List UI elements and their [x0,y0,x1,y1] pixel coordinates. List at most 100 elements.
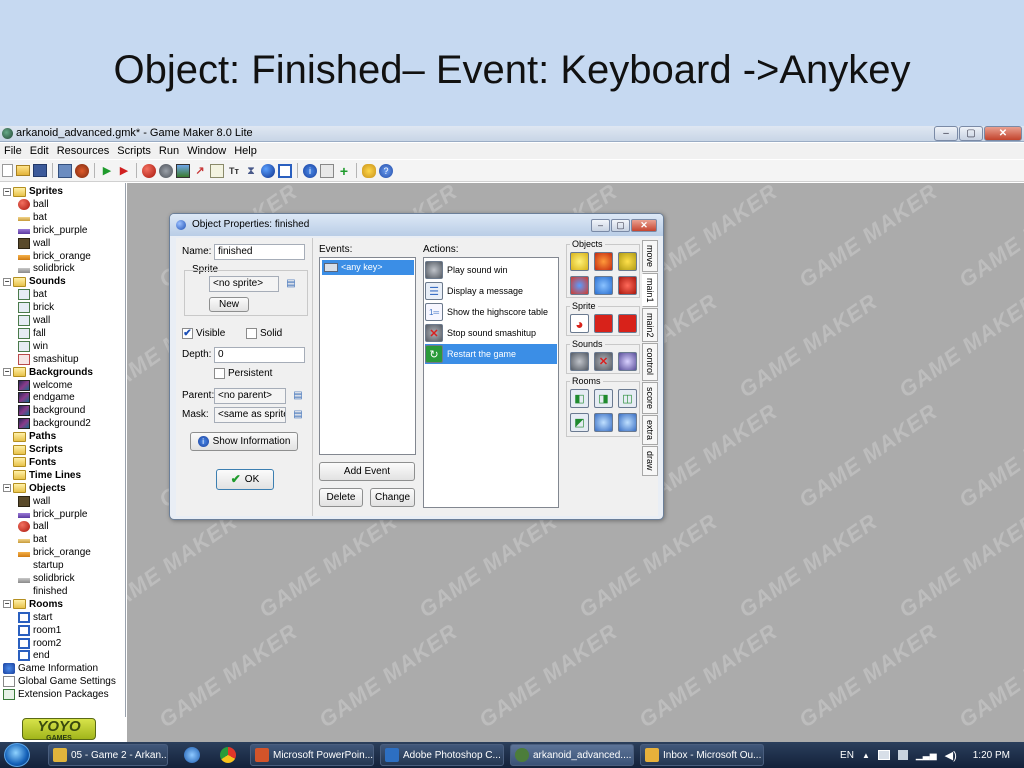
next-room-icon[interactable]: ◨ [594,389,613,408]
taskbar-button-outlook[interactable]: Inbox - Microsoft Ou... [640,744,764,766]
tree-folder[interactable]: − Backgrounds [3,366,93,379]
menu-scripts[interactable]: Scripts [113,145,155,157]
check-next-room-icon[interactable] [618,413,637,432]
dialog-titlebar[interactable]: Object Properties: finished – ▢ ✕ [170,214,663,236]
tree-item[interactable]: ball [18,520,49,533]
tab-extra[interactable]: extra [642,415,658,445]
publish-icon[interactable] [75,163,89,178]
sprite-menu-icon[interactable]: ▤ [285,278,297,290]
clock[interactable]: 1:20 PM [973,750,1010,761]
taskbar-button-game-maker[interactable]: arkanoid_advanced.... [510,744,634,766]
tree-item[interactable]: bat [18,533,47,546]
show-information-button[interactable]: i Show Information [190,432,298,451]
previous-room-icon[interactable]: ◧ [570,389,589,408]
delete-event-button[interactable]: Delete [319,488,363,507]
tree-item[interactable]: wall [18,314,50,327]
add-object-icon[interactable] [261,163,275,178]
tree-folder[interactable]: − Sprites [3,185,63,198]
tree-folder[interactable]: − Rooms [3,598,63,611]
action-play-sound[interactable]: Play sound win [425,260,557,280]
change-event-button[interactable]: Change [370,488,415,507]
add-path-icon[interactable]: ↗ [193,164,207,178]
tree-item[interactable]: room1 [18,624,61,637]
tree-item[interactable]: Extension Packages [3,688,109,701]
tree-item[interactable]: wall [18,237,50,250]
tab-main2[interactable]: main2 [642,308,658,342]
tree-item[interactable]: room2 [18,637,61,650]
game-information-icon[interactable]: i [303,163,317,178]
add-event-button[interactable]: Add Event [319,462,415,481]
close-button[interactable]: ✕ [984,126,1022,141]
action-show-highscore[interactable]: 1═ Show the highscore table [425,302,557,322]
mask-field[interactable]: <same as sprite> [214,407,286,423]
add-sound-icon[interactable] [159,163,173,178]
save-icon[interactable] [33,164,47,177]
menu-edit[interactable]: Edit [26,145,53,157]
internet-explorer-icon[interactable] [184,747,200,763]
help-icon[interactable]: ? [379,163,393,178]
menu-window[interactable]: Window [183,145,230,157]
taskbar-button-photoshop[interactable]: Adobe Photoshop C... [380,744,504,766]
tree-item[interactable]: background [18,404,85,417]
tree-item[interactable]: brick [18,301,54,314]
tree-item[interactable]: welcome [18,379,72,392]
tree-item[interactable]: brick_orange [18,250,91,263]
tab-move[interactable]: move [642,240,658,272]
run-icon[interactable]: ▶ [100,164,114,178]
sprite-field[interactable]: <no sprite> [209,276,279,292]
add-font-icon[interactable]: Tт [227,164,241,178]
event-any-key[interactable]: <any key> [322,260,414,275]
menu-resources[interactable]: Resources [53,145,114,157]
tree-folder[interactable]: − Objects [3,482,66,495]
depth-field[interactable]: 0 [214,347,305,363]
dialog-maximize-button[interactable]: ▢ [611,219,630,232]
network-tray-icon[interactable] [877,750,890,760]
language-indicator[interactable]: EN [840,750,854,761]
events-list[interactable]: <any key> [319,257,416,455]
menu-file[interactable]: File [0,145,26,157]
tree-item[interactable]: end [18,649,50,662]
taskbar-button-powerpoint[interactable]: Microsoft PowerPoin... [250,744,374,766]
tree-item[interactable]: Global Game Settings [3,675,116,688]
visible-checkbox[interactable]: ✔ [182,328,193,339]
solid-checkbox[interactable] [246,328,257,339]
change-instance-icon[interactable] [570,276,589,295]
tree-item[interactable]: bat [18,288,47,301]
create-moving-icon[interactable] [594,252,613,271]
manual-icon[interactable] [362,163,376,178]
tree-expand-icon[interactable]: − [3,484,11,493]
tree-item[interactable]: start [18,611,52,624]
check-sound-icon[interactable] [618,352,637,371]
tree-item[interactable]: bat [18,211,47,224]
tree-item[interactable]: smashitup [18,353,79,366]
tree-folder[interactable]: +Time Lines [3,469,81,482]
restart-room-icon[interactable]: ◫ [618,389,637,408]
power-tray-icon[interactable] [897,750,908,760]
tree-item[interactable]: brick_orange [18,546,91,559]
window-titlebar[interactable]: arkanoid_advanced.gmk* - Game Maker 8.0 … [0,126,1024,142]
debug-icon[interactable]: ▶ [117,164,131,178]
tree-item[interactable]: ball [18,198,49,211]
tree-expand-icon[interactable]: − [3,368,11,377]
start-button[interactable] [4,743,30,767]
tree-item[interactable]: win [18,340,48,353]
destroy-instance-icon[interactable] [594,276,613,295]
tab-main1[interactable]: main1 [642,273,658,307]
tree-item[interactable]: Game Information [3,662,98,675]
global-settings-icon[interactable] [320,163,334,178]
tree-item[interactable]: wall [18,495,50,508]
menu-run[interactable]: Run [155,145,183,157]
add-sprite-icon[interactable] [142,163,156,178]
dialog-close-button[interactable]: ✕ [631,219,657,232]
tree-folder[interactable]: − Sounds [3,275,66,288]
check-previous-room-icon[interactable] [594,413,613,432]
tab-score[interactable]: score [642,382,658,414]
tree-folder[interactable]: +Scripts [3,443,63,456]
actions-list[interactable]: Play sound win ☰ Display a message 1═ Sh… [423,257,559,508]
extension-icon[interactable]: + [337,164,351,178]
new-sprite-button[interactable]: New [209,297,249,312]
ok-button[interactable]: ✔ OK [216,469,274,490]
create-random-icon[interactable] [618,252,637,271]
parent-menu-icon[interactable]: ▤ [292,390,304,402]
tree-item[interactable]: fall [18,327,46,340]
